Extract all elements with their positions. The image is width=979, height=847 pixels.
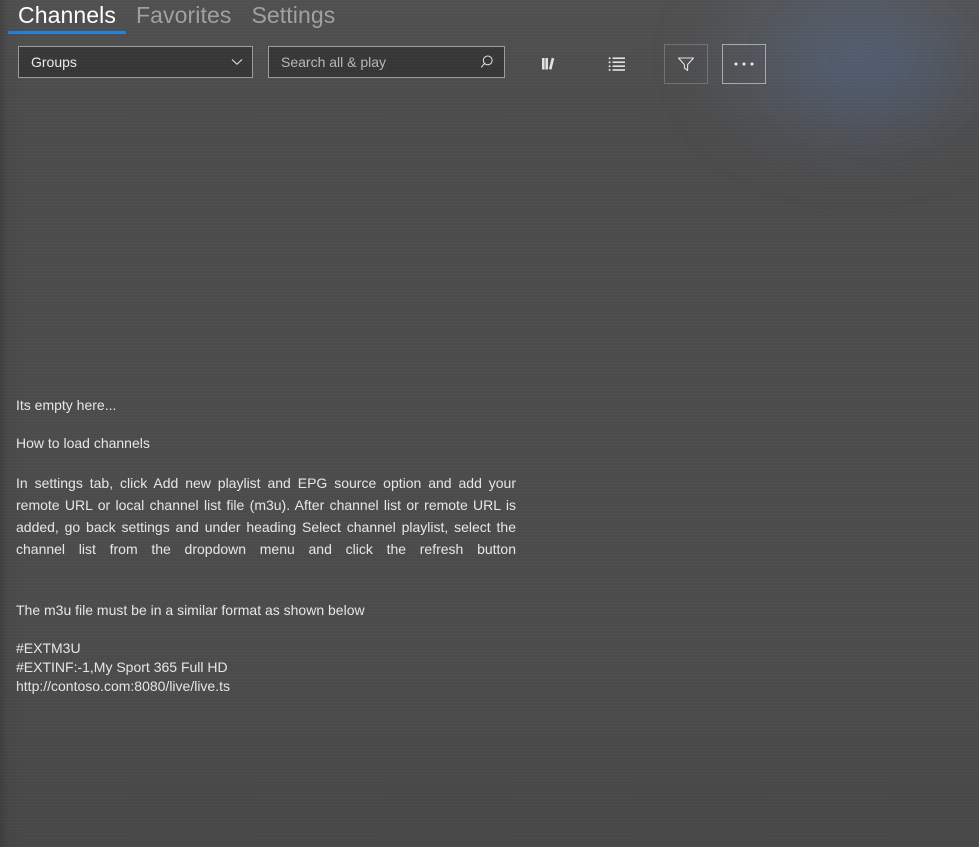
search-icon[interactable] [480, 53, 498, 71]
library-button[interactable] [528, 44, 572, 84]
search-box[interactable] [268, 46, 505, 78]
tab-favorites[interactable]: Favorites [126, 0, 241, 30]
library-icon [542, 57, 555, 70]
m3u-sample-line-3: http://contoso.com:8080/live/live.ts [16, 678, 230, 694]
empty-state-subheading: How to load channels [16, 435, 150, 451]
empty-state-heading: Its empty here... [16, 397, 117, 413]
tab-active-underline [8, 31, 126, 34]
acrylic-glow-primary [690, 0, 979, 170]
tab-channels[interactable]: Channels [8, 0, 126, 34]
list-icon [608, 57, 625, 71]
chevron-down-icon [231, 59, 243, 65]
empty-state-instructions: In settings tab, click Add new playlist … [16, 475, 516, 557]
tab-channels-label: Channels [18, 2, 116, 28]
empty-state-panel: Its empty here... How to load channels I… [16, 396, 516, 696]
list-view-button[interactable] [596, 44, 640, 84]
toolbar: Groups [0, 44, 979, 84]
app-window: Channels Favorites Settings Groups Searc… [0, 0, 979, 847]
filter-icon [677, 57, 695, 71]
search-input[interactable] [281, 54, 480, 70]
more-options-button[interactable] [722, 44, 766, 84]
m3u-sample-line-1: #EXTM3U [16, 640, 81, 656]
tab-settings[interactable]: Settings [241, 0, 345, 30]
filter-button[interactable] [664, 44, 708, 84]
ellipsis-icon [734, 62, 754, 66]
groups-dropdown-value: Groups [31, 54, 77, 70]
empty-state-format-note: The m3u file must be in a similar format… [16, 602, 365, 618]
groups-dropdown[interactable]: Groups [18, 46, 253, 78]
m3u-sample-line-2: #EXTINF:-1,My Sport 365 Full HD [16, 659, 228, 675]
tab-favorites-label: Favorites [135, 2, 232, 28]
tab-settings-label: Settings [251, 2, 336, 28]
tab-strip: Channels Favorites Settings [0, 0, 345, 36]
